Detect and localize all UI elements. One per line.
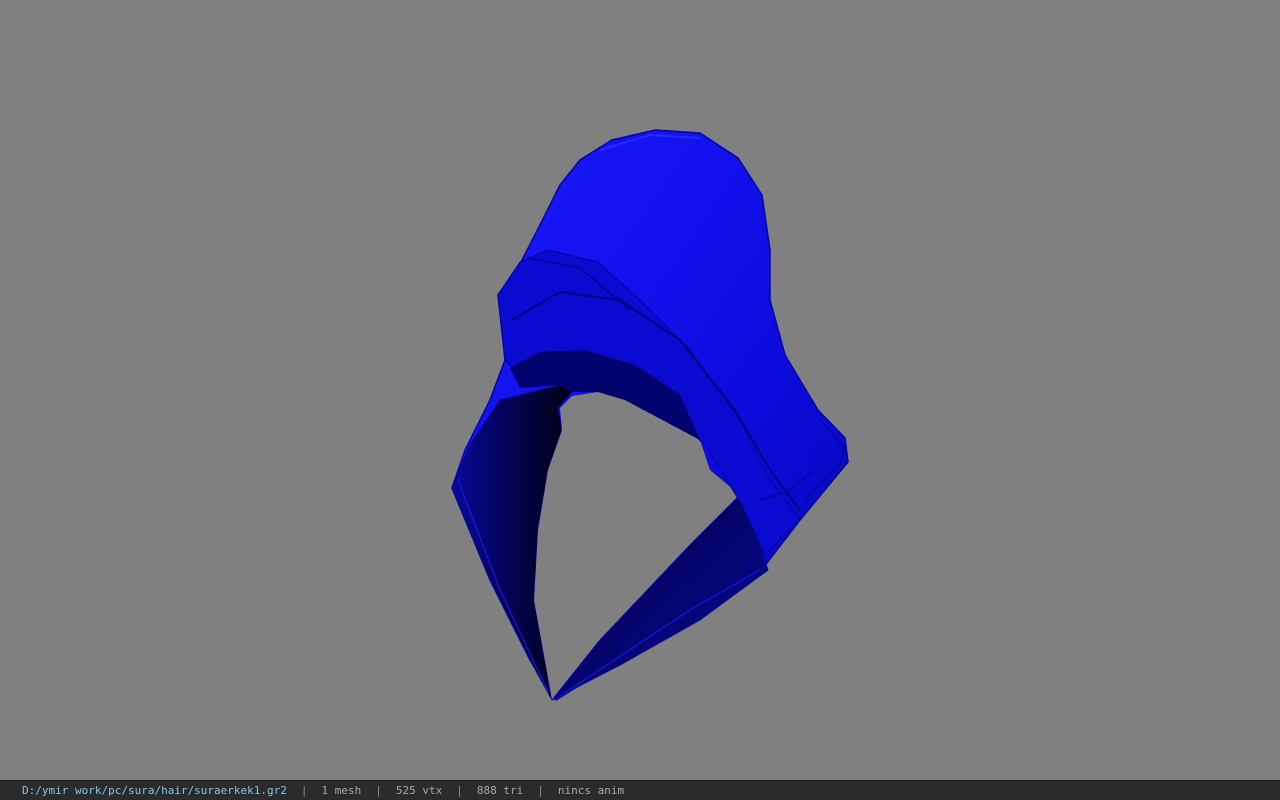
vertex-count: 525 vtx xyxy=(395,784,443,797)
separator: | xyxy=(456,784,463,797)
triangle-count: 888 tri xyxy=(476,784,524,797)
separator: | xyxy=(537,784,544,797)
separator: | xyxy=(300,784,308,797)
3d-viewport[interactable] xyxy=(0,0,1280,780)
file-path: D:/ymir work/pc/sura/hair/suraerkek1.gr2 xyxy=(22,784,287,797)
animation-status: nincs anim xyxy=(557,784,625,797)
status-bar: D:/ymir work/pc/sura/hair/suraerkek1.gr2… xyxy=(0,780,1280,800)
mesh-count: 1 mesh xyxy=(321,784,362,797)
hood-model-render[interactable] xyxy=(0,0,1280,780)
separator: | xyxy=(375,784,382,797)
